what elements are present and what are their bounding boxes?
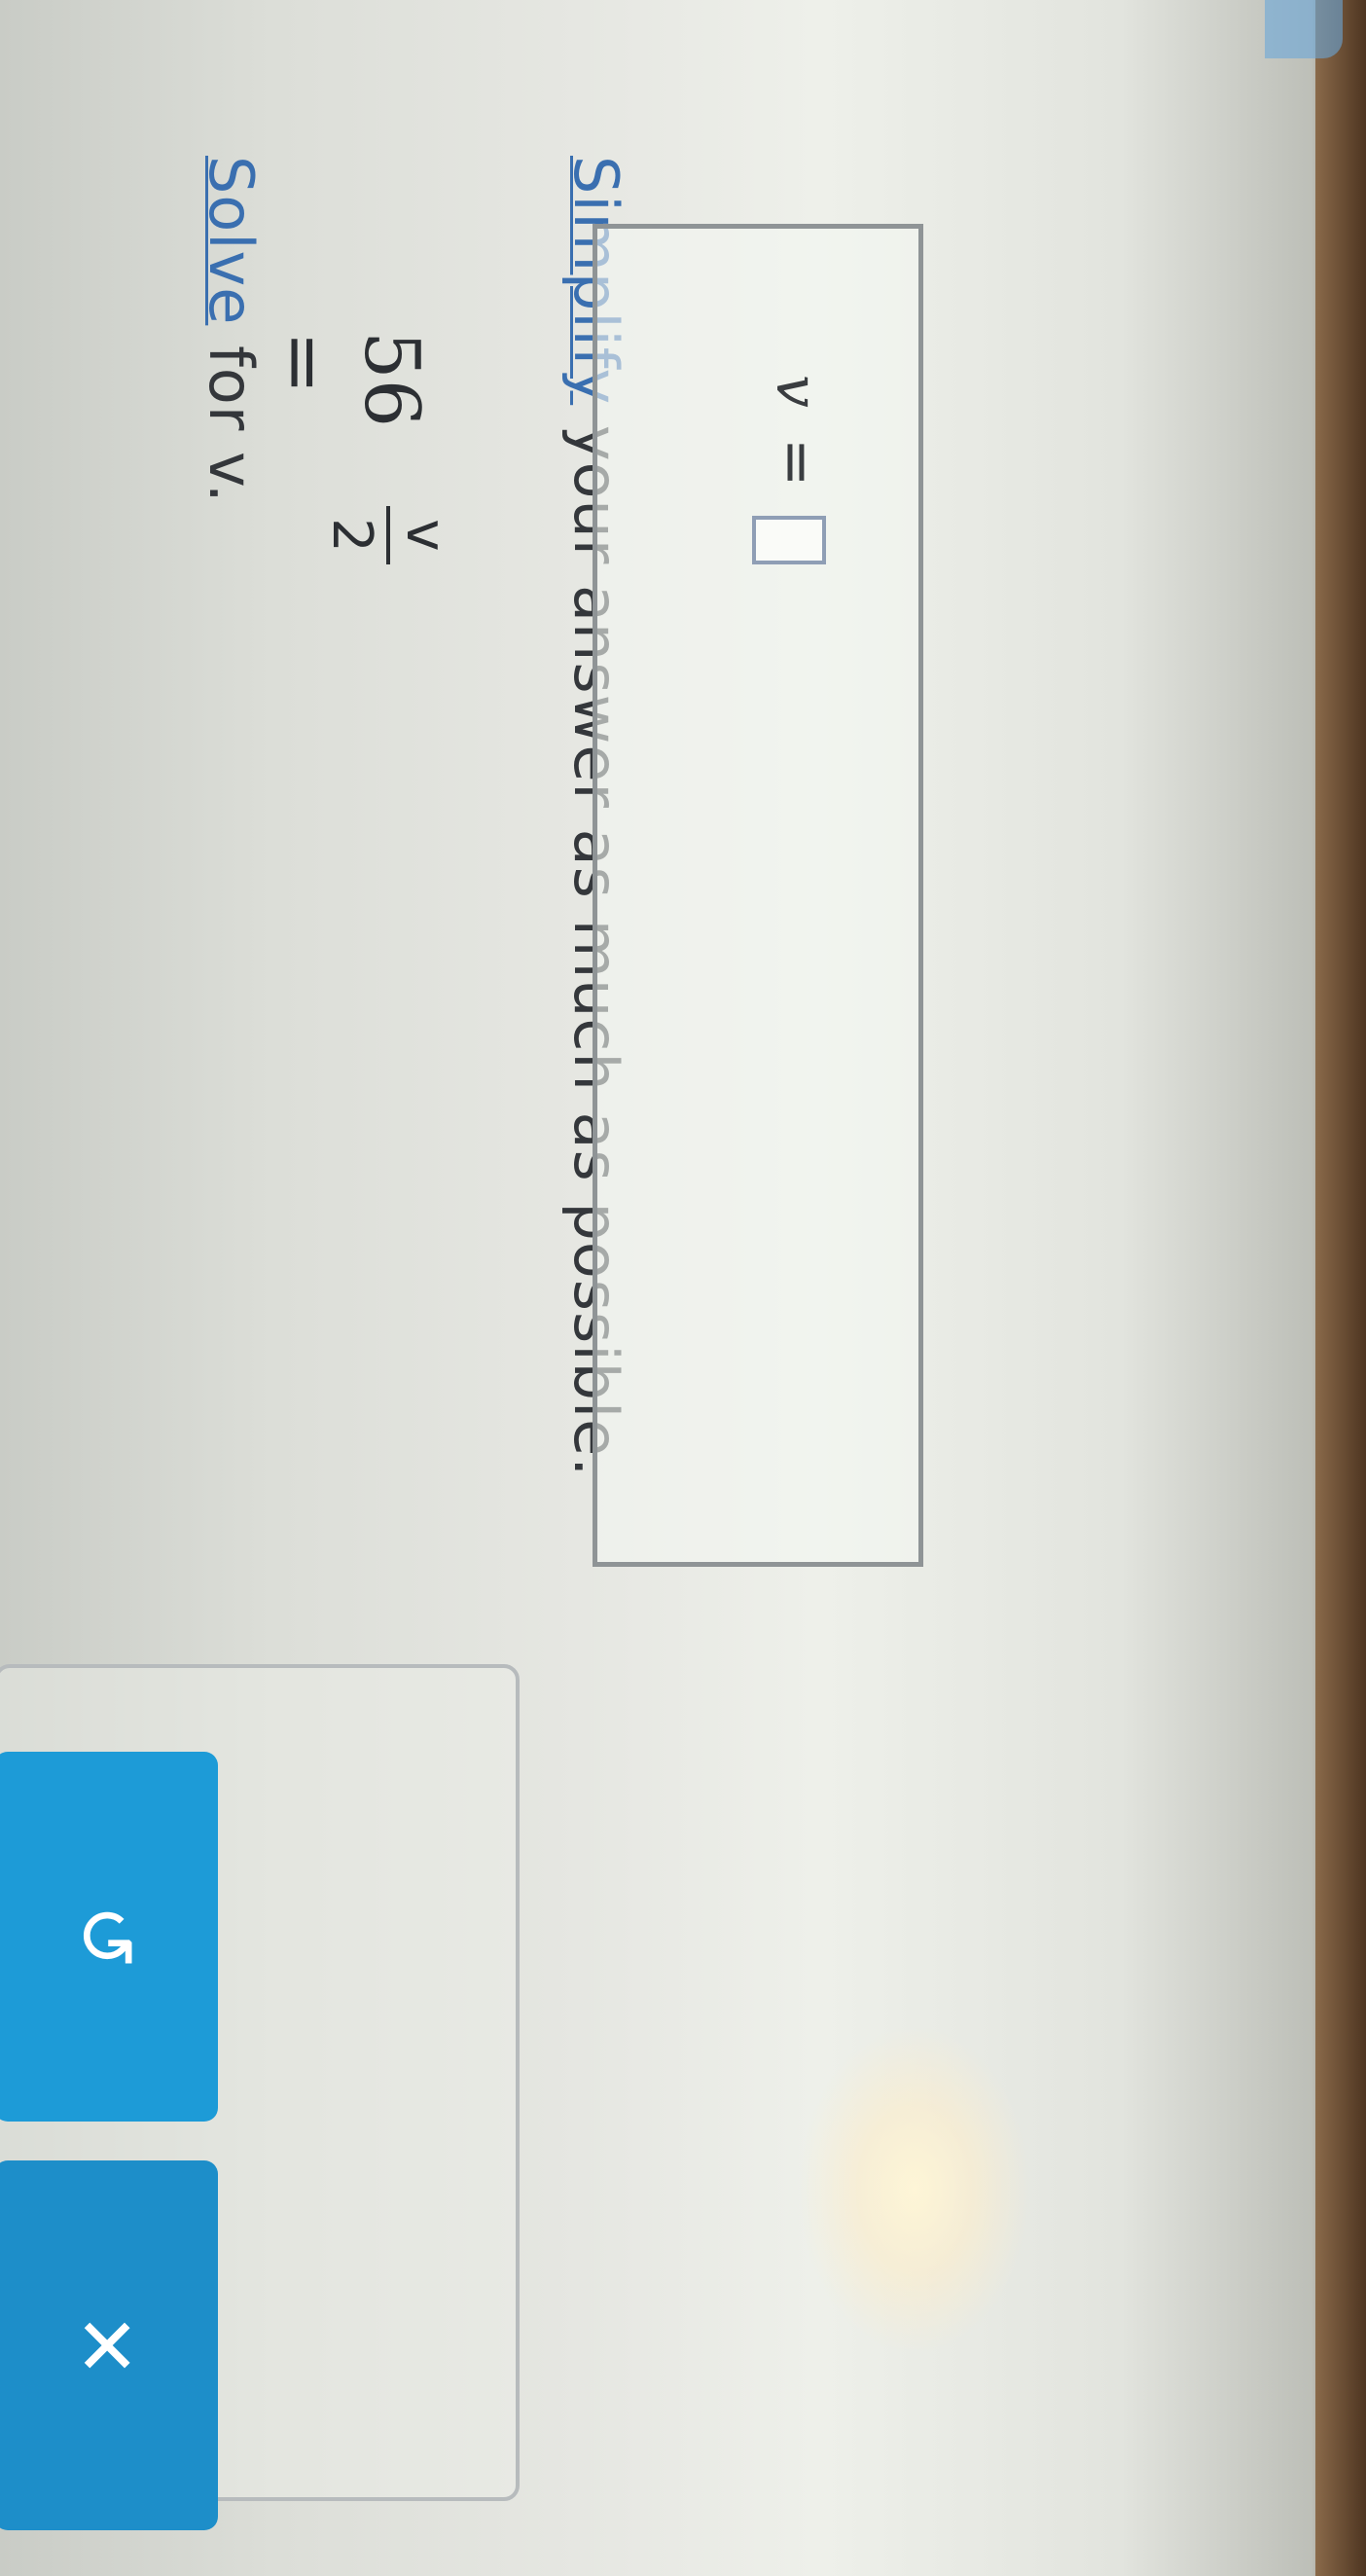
action-buttons: ↺ ✕ [0, 1752, 218, 2550]
fraction-bar [386, 506, 390, 564]
undo-button[interactable]: ↺ [0, 1752, 218, 2122]
answer-variable: v [763, 375, 831, 408]
fraction-denominator: 2 [320, 518, 383, 553]
solve-link[interactable]: Solve [196, 156, 267, 325]
undo-icon: ↺ [60, 1904, 152, 1970]
answer-input[interactable] [752, 516, 826, 564]
equation-fraction: v 2 [320, 506, 457, 564]
title-text: for [196, 325, 267, 453]
problem-title: Solve for v. [196, 156, 267, 504]
close-icon: ✕ [60, 2312, 152, 2378]
answer-equals: = [763, 438, 831, 488]
fraction-numerator: v [394, 519, 457, 552]
answer-box: v = [593, 224, 923, 1567]
equation-lhs: 56 = [260, 331, 435, 428]
clear-button[interactable]: ✕ [0, 2160, 218, 2530]
title-variable: v. [196, 452, 267, 504]
problem-panel: Solve for v. 56 = v 2 Simplify your answ… [0, 0, 1366, 2576]
